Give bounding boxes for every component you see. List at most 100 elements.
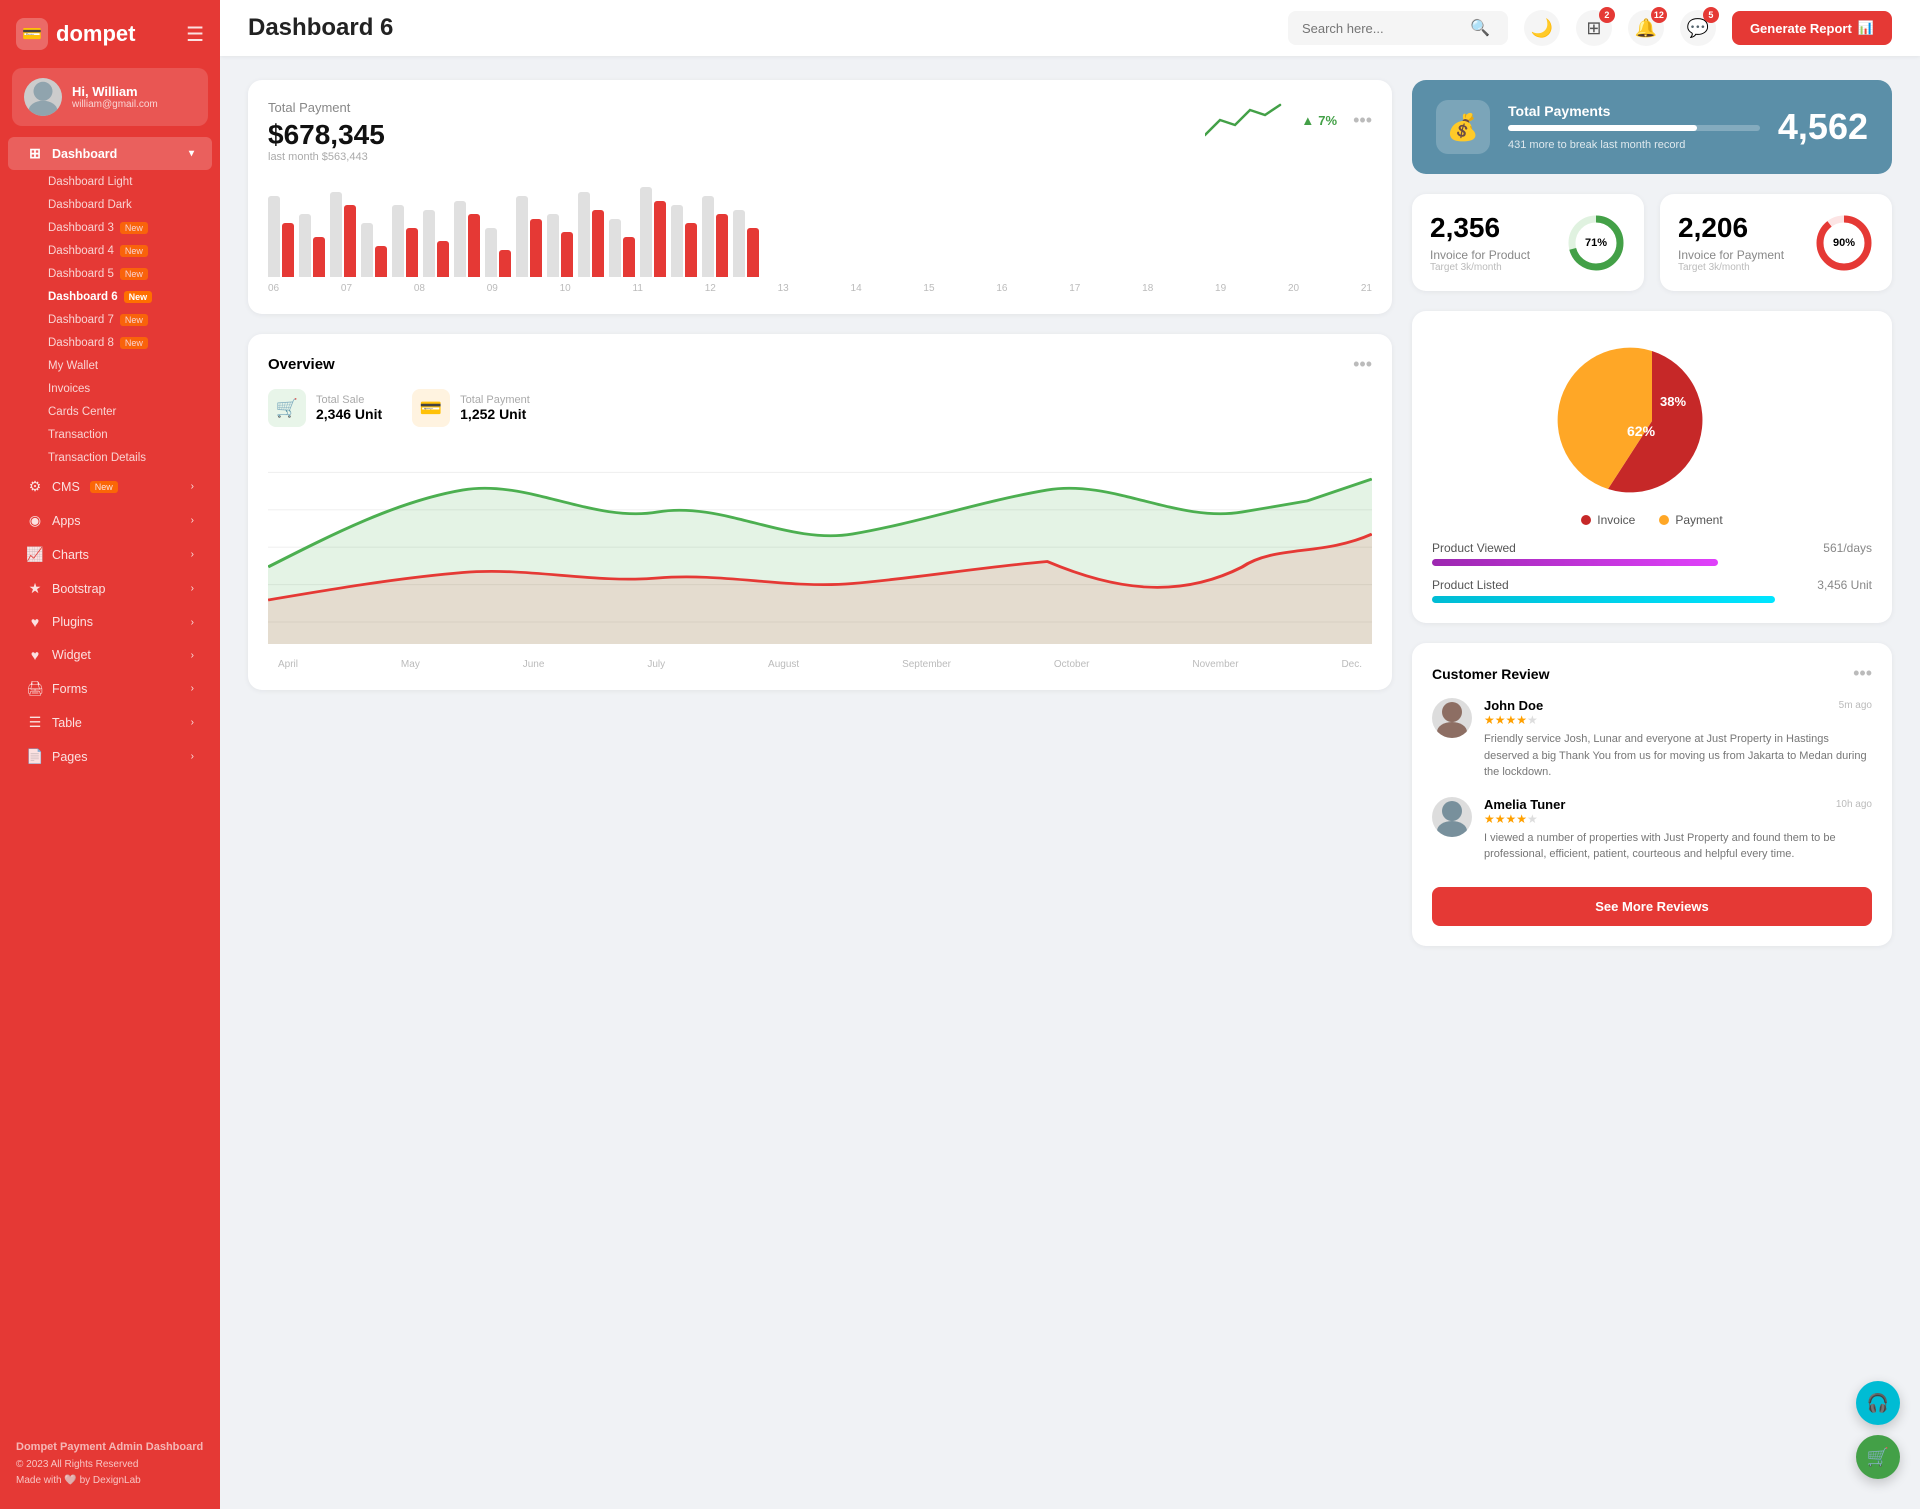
sidebar-item-dashboard-dark[interactable]: Dashboard Dark [8,194,212,216]
nav-label-cms: CMS [52,480,80,494]
banner-info: Total Payments 431 more to break last mo… [1508,103,1760,151]
see-more-reviews-button[interactable]: See More Reviews [1432,887,1872,926]
generate-report-button[interactable]: Generate Report 📊 [1732,11,1892,45]
overview-title: Overview [268,356,335,373]
bar-label: 16 [996,283,1007,294]
bar-red-2 [344,205,356,277]
bar-group-8 [516,196,542,277]
invoice-product-target: Target 3k/month [1430,262,1530,273]
sidebar-item-dashboard-light[interactable]: Dashboard Light [8,171,212,193]
sidebar-item-dashboard-4[interactable]: Dashboard 4 New [8,240,212,262]
product-listed-stat: Product Listed 3,456 Unit [1432,578,1872,603]
bar-grey-10 [578,192,590,278]
theme-toggle-button[interactable]: 🌙 [1524,10,1560,46]
bar-red-3 [375,246,387,278]
nav-item-table[interactable]: ☰ Table › [8,706,212,739]
pie-chart: 62% 38% [1432,341,1872,501]
pie-section: 62% 38% Invoice Payment [1412,311,1892,623]
bar-red-15 [747,228,759,278]
overview-menu-button[interactable]: ••• [1353,354,1372,375]
invoice-row: 2,356 Invoice for Product Target 3k/mont… [1412,194,1892,291]
legend-payment: Payment [1659,513,1722,527]
notifications-button[interactable]: 🔔 12 [1628,10,1664,46]
nav-item-widget[interactable]: ♥ Widget › [8,639,212,671]
nav-label-forms: Forms [52,682,87,696]
invoice-payment-label: Invoice for Payment [1678,248,1784,262]
bar-label: 17 [1069,283,1080,294]
nav-item-bootstrap[interactable]: ★ Bootstrap › [8,572,212,605]
bar-label: 12 [705,283,716,294]
nav-item-plugins[interactable]: ♥ Plugins › [8,606,212,638]
bar-red-12 [654,201,666,278]
trend-up-icon: ▲ [1301,113,1314,128]
user-info: Hi, William william@gmail.com [72,84,158,110]
sidebar-logo[interactable]: 💳 dompet [16,18,135,50]
review-1-stars: ★★★★★ [1484,713,1872,727]
cart-icon: 🛒 [1867,1447,1889,1468]
moon-icon: 🌙 [1531,18,1553,39]
review-menu-button[interactable]: ••• [1853,663,1872,684]
sidebar-item-dashboard-7[interactable]: Dashboard 7 New [8,309,212,331]
bar-red-1 [313,237,325,278]
payment-icon: 💳 [412,389,450,427]
cart-float-button[interactable]: 🛒 [1856,1435,1900,1479]
sidebar-item-dashboard-6[interactable]: Dashboard 6 New [8,286,212,308]
invoice-product-pct: 71% [1585,237,1607,249]
sidebar-item-my-wallet[interactable]: My Wallet [8,355,212,377]
product-stats: Product Viewed 561/days Product Listed 3… [1432,541,1872,603]
banner-progress-bar [1508,125,1760,131]
x-axis-label: April [278,659,298,670]
legend-invoice: Invoice [1581,513,1635,527]
bar-grey-13 [671,205,683,277]
bar-red-0 [282,223,294,277]
sidebar-item-transaction[interactable]: Transaction [8,424,212,446]
banner-title: Total Payments [1508,103,1760,119]
bootstrap-icon: ★ [26,580,44,597]
hamburger-icon[interactable]: ☰ [186,22,204,47]
nav-item-apps[interactable]: ◉ Apps › [8,504,212,537]
user-card[interactable]: Hi, William william@gmail.com [12,68,208,126]
sale-value: 2,346 Unit [316,406,382,422]
bar-label: 20 [1288,283,1299,294]
bar-grey-1 [299,214,311,277]
invoice-payment-target: Target 3k/month [1678,262,1784,273]
payment-menu-button[interactable]: ••• [1353,110,1372,131]
trend-badge: ▲ 7% [1301,113,1337,128]
generate-report-label: Generate Report [1750,21,1852,36]
nav-item-dashboard[interactable]: ⊞ Dashboard ▾ [8,137,212,170]
bar-group-15 [733,210,759,278]
search-input[interactable] [1302,21,1462,36]
content-area: Total Payment $678,345 last month $563,4… [220,56,1920,1509]
sidebar-item-cards-center[interactable]: Cards Center [8,401,212,423]
nav-item-forms[interactable]: 🖨 Forms › [8,672,212,705]
nav-item-cms[interactable]: ⚙ CMS New › [8,470,212,503]
sidebar-item-dashboard-5[interactable]: Dashboard 5 New [8,263,212,285]
user-name: Hi, William [72,84,158,99]
nav-item-pages[interactable]: 📄 Pages › [8,740,212,773]
chat-badge: 5 [1703,7,1719,23]
sidebar-item-transaction-details[interactable]: Transaction Details [8,447,212,469]
messages-button[interactable]: 💬 5 [1680,10,1716,46]
area-chart-svg [268,435,1372,655]
customer-review-section: Customer Review ••• John Doe 5m ago ★★★★… [1412,643,1892,946]
banner-icon: 💰 [1436,100,1490,154]
support-float-button[interactable]: 🎧 [1856,1381,1900,1425]
sidebar-item-invoices[interactable]: Invoices [8,378,212,400]
sale-label: Total Sale [316,394,382,406]
bar-red-8 [530,219,542,278]
nav-label-table: Table [52,716,82,730]
bell-badge: 12 [1651,7,1667,23]
bar-grey-5 [423,210,435,278]
sidebar-item-dashboard-3[interactable]: Dashboard 3 New [8,217,212,239]
x-axis-label: July [647,659,665,670]
legend-payment-label: Payment [1675,513,1722,527]
apps-button[interactable]: ⊞ 2 [1576,10,1612,46]
sidebar-item-dashboard-8[interactable]: Dashboard 8 New [8,332,212,354]
invoice-product-card: 2,356 Invoice for Product Target 3k/mont… [1412,194,1644,291]
bar-grey-0 [268,196,280,277]
nav-item-charts[interactable]: 📈 Charts › [8,538,212,571]
review-title: Customer Review [1432,666,1549,682]
review-item-1: John Doe 5m ago ★★★★★ Friendly service J… [1432,698,1872,781]
invoice-payment-pct: 90% [1833,237,1855,249]
bar-red-10 [592,210,604,278]
